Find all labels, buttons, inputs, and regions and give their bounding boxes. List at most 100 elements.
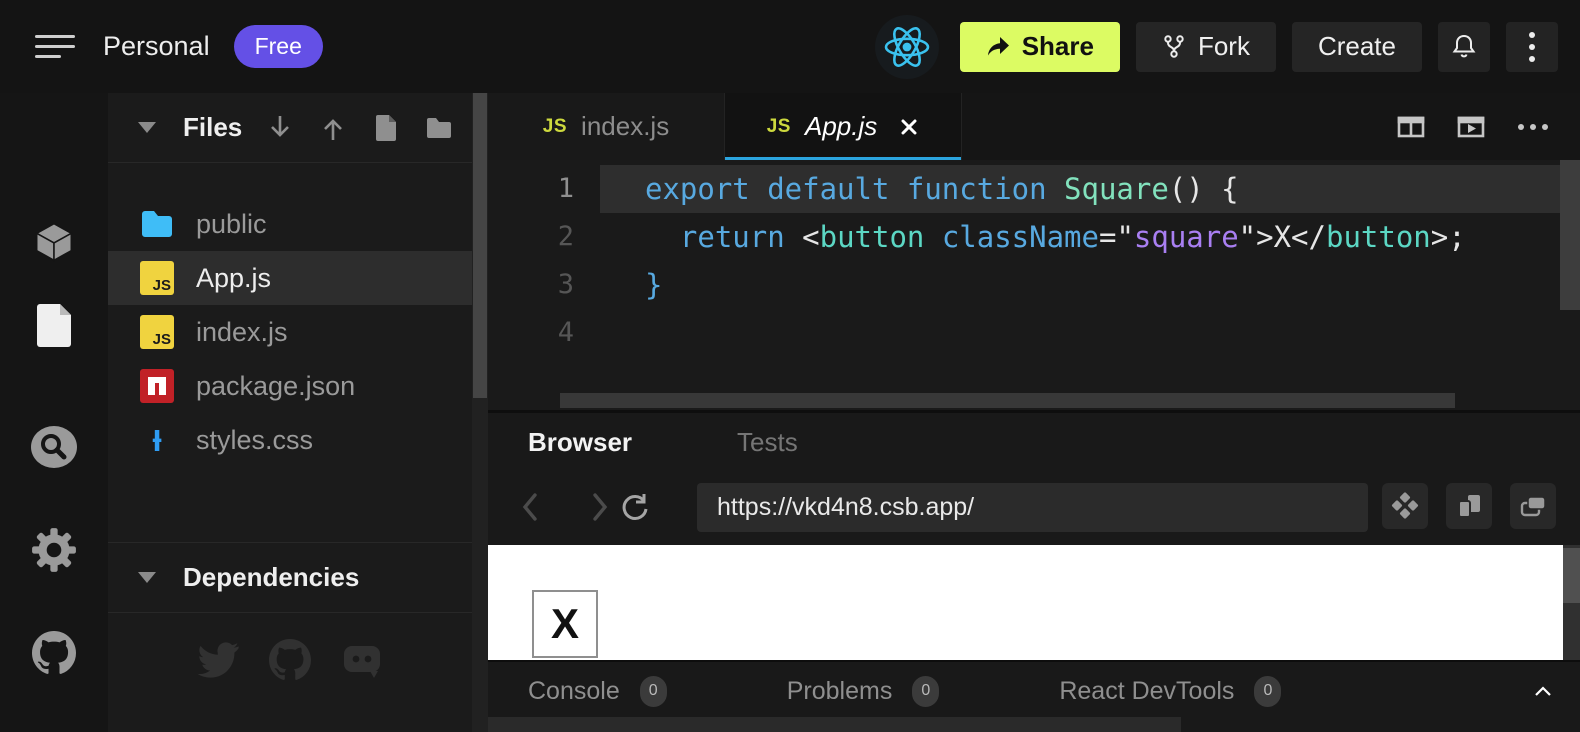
browser-preview: X [488,545,1580,660]
twitter-icon[interactable] [196,638,240,682]
file-row-packagejson[interactable]: package.json [108,359,472,413]
css-file-icon: Ɨ [140,423,174,457]
workspace-name[interactable]: Personal [103,31,210,62]
editor-tabbar: JS index.js JS App.js [488,93,1580,160]
create-button[interactable]: Create [1292,22,1422,72]
tab-browser[interactable]: Browser [528,427,632,458]
file-name: App.js [196,263,271,294]
upload-icon[interactable] [317,112,349,144]
top-header: Personal Free Share [0,0,1580,93]
files-panel-header: Files [108,93,472,163]
file-name: styles.css [196,425,313,456]
console-tab[interactable]: Console 0 [528,676,667,707]
problems-tab[interactable]: Problems 0 [787,676,940,707]
tab-tests[interactable]: Tests [737,427,798,458]
activity-bar [0,93,108,732]
codesandbox-app: Personal Free Share [0,0,1580,732]
file-row-appjs[interactable]: JS App.js [108,251,472,305]
discord-icon[interactable] [340,638,384,682]
more-options-icon[interactable] [1516,122,1550,132]
sandbox-cube-icon[interactable] [0,215,108,269]
js-file-icon: JS [140,261,174,295]
notifications-button[interactable] [1438,22,1490,72]
square-x-button[interactable]: X [532,590,598,658]
tab-indexjs[interactable]: JS index.js [488,93,725,160]
devtools-diamond-icon[interactable] [1382,483,1428,529]
new-folder-icon[interactable] [423,112,455,144]
js-file-icon: JS [140,315,174,349]
react-devtools-tab[interactable]: React DevTools 0 [1059,676,1281,707]
file-explorer-icon[interactable] [0,298,108,352]
fork-button-label: Fork [1198,31,1250,62]
code-line-2: 2 return <button className="square">X</b… [488,213,1580,261]
editor-horizontal-scrollbar[interactable] [560,393,1455,408]
chevron-down-icon [138,572,156,583]
js-file-icon: JS [767,116,791,138]
code-line-3: 3 } [488,261,1580,309]
share-button-label: Share [1022,31,1094,62]
browser-navbar [488,471,1580,545]
code-text [600,309,1580,357]
file-row-stylescss[interactable]: Ɨ styles.css [108,413,472,467]
code-line-4: 4 [488,309,1580,357]
problems-label: Problems [787,677,893,706]
npm-file-icon [140,369,174,403]
code-text: } [600,261,1580,309]
panel-scrollbar-thumb[interactable] [473,93,487,398]
main-area: JS index.js JS App.js [488,93,1580,732]
code-text: export default function Square() { [600,165,1580,213]
line-number: 1 [488,165,600,213]
url-input[interactable] [697,483,1368,532]
dependencies-section[interactable]: Dependencies [108,542,472,613]
split-view-icon[interactable] [1396,113,1426,141]
browser-pane: Browser Tests [488,410,1580,545]
deploy-rocket-icon[interactable] [0,728,108,732]
line-number: 3 [488,261,600,309]
chevron-up-icon[interactable] [1534,684,1552,702]
code-text: return <button className="square">X</but… [600,213,1580,261]
hamburger-menu-icon[interactable] [35,32,79,62]
console-horizontal-scrollbar[interactable] [488,717,1181,732]
github-icon[interactable] [268,638,312,682]
files-panel-title: Files [183,112,242,143]
back-icon[interactable] [510,485,550,529]
kebab-menu-icon [1529,32,1535,62]
duplicate-layers-icon[interactable] [1510,483,1556,529]
tab-appjs[interactable]: JS App.js [725,93,962,160]
download-icon[interactable] [264,112,296,144]
code-editor[interactable]: 1 export default function Square() { 2 r… [488,160,1580,410]
editor-vertical-scrollbar[interactable] [1560,160,1580,310]
file-row-public[interactable]: public [108,197,472,251]
preview-scrollbar[interactable] [1563,545,1580,660]
react-devtools-count-badge: 0 [1254,676,1281,707]
social-links [108,638,472,682]
panel-scrollbar[interactable] [472,93,488,732]
file-row-indexjs[interactable]: JS index.js [108,305,472,359]
react-logo-icon [874,14,940,80]
github-icon[interactable] [0,626,108,680]
settings-gear-icon[interactable] [0,523,108,577]
fork-button[interactable]: Fork [1136,22,1276,72]
create-button-label: Create [1318,31,1396,62]
close-icon[interactable] [899,117,919,137]
react-devtools-label: React DevTools [1059,677,1234,706]
search-icon[interactable] [0,420,108,474]
line-number: 4 [488,309,600,357]
share-arrow-icon [986,36,1010,58]
more-options-button[interactable] [1506,22,1558,72]
files-panel: Files public [108,93,472,732]
preview-scrollbar-thumb[interactable] [1563,548,1580,603]
chevron-down-icon[interactable] [138,122,156,133]
tab-label: App.js [805,111,877,142]
new-file-icon[interactable] [370,112,402,144]
open-new-window-icon[interactable] [1446,483,1492,529]
plan-badge: Free [234,25,323,68]
file-name: package.json [196,371,355,402]
share-button[interactable]: Share [960,22,1120,72]
file-list: public JS App.js JS index.js package.jso… [108,197,472,467]
bell-icon [1451,33,1477,61]
refresh-icon[interactable] [614,485,654,529]
preview-window-icon[interactable] [1456,113,1486,141]
js-file-icon: JS [543,116,567,138]
console-bar: Console 0 Problems 0 React DevTools 0 [488,660,1580,732]
